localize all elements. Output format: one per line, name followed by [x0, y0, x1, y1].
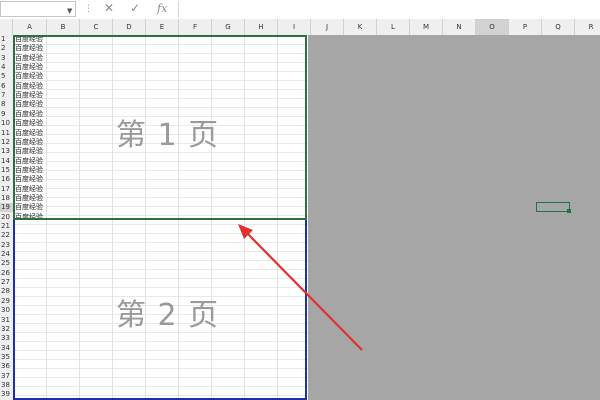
annotation-arrow — [238, 224, 363, 351]
arrow-shaft — [245, 231, 363, 351]
